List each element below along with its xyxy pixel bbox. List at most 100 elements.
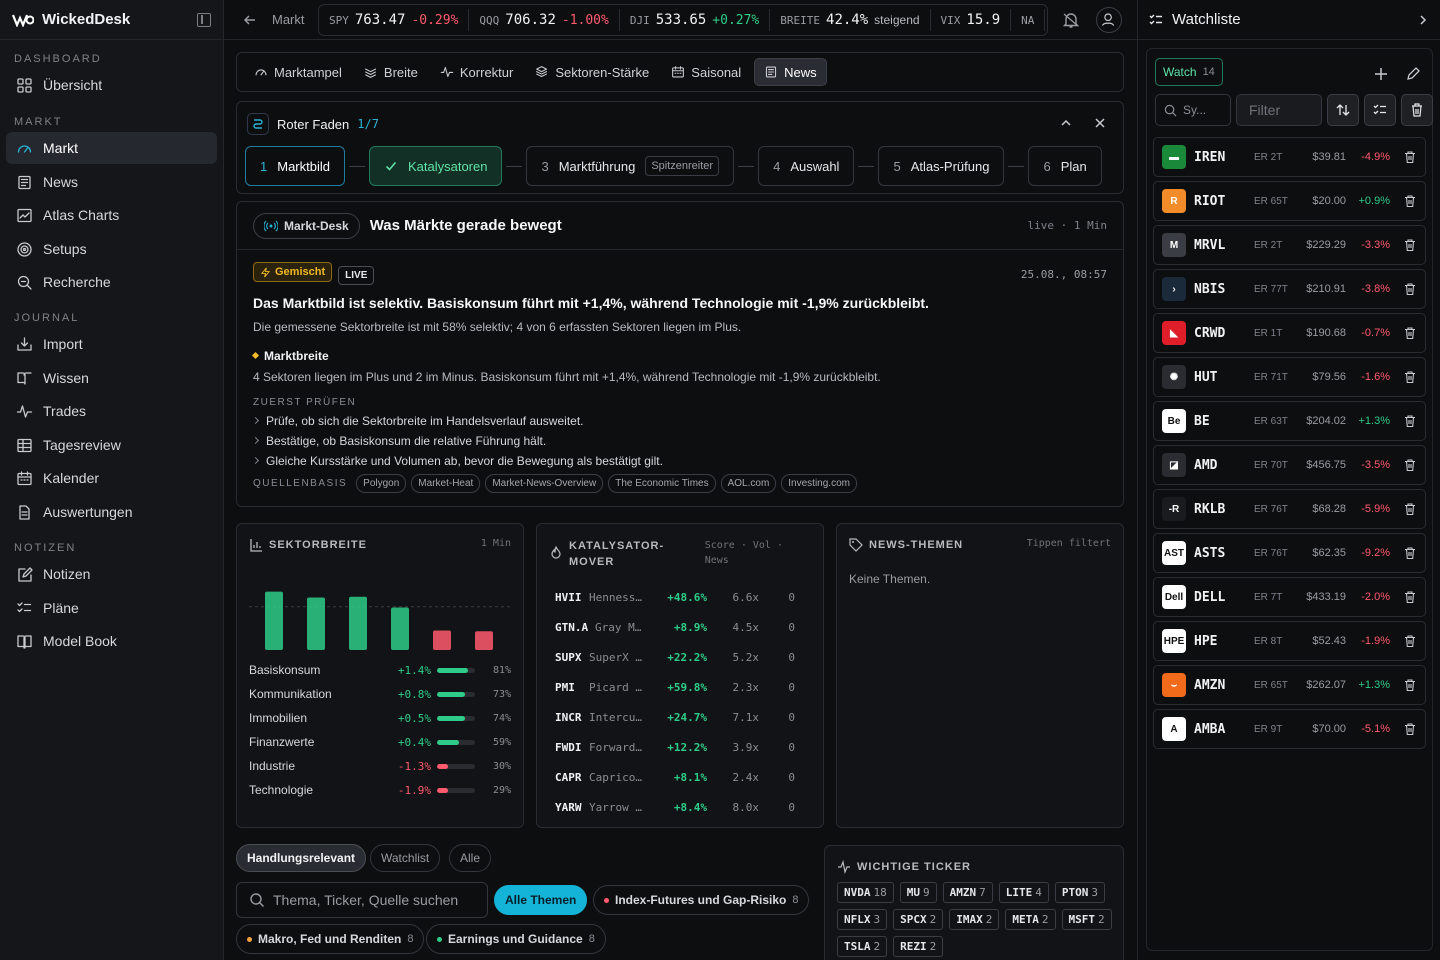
sidebar-item-model-book[interactable]: Model Book — [6, 625, 217, 657]
ticker-dji[interactable]: DJI 533.65 +0.27% — [620, 9, 771, 31]
step-plan[interactable]: 6 Plan — [1028, 146, 1102, 186]
ticker-qqq[interactable]: QQQ 706.32 -1.00% — [469, 9, 620, 31]
watchlist-row[interactable]: ◣ CRWD ER 1T $190.68 -0.7% — [1153, 313, 1426, 353]
sidebar-item-news[interactable]: News — [6, 166, 217, 198]
watchlist-row[interactable]: M MRVL ER 2T $229.29 -3.3% — [1153, 225, 1426, 265]
ticker-spy[interactable]: SPY 763.47 -0.29% — [319, 9, 470, 31]
watchlist-row[interactable]: ⌣ AMZN ER 65T $262.07 +1.3% — [1153, 665, 1426, 705]
tab-breite[interactable]: Breite — [355, 58, 427, 86]
delete-row-button[interactable] — [1403, 590, 1417, 604]
topic-search-input[interactable] — [273, 892, 473, 908]
delete-row-button[interactable] — [1403, 150, 1417, 164]
mover-row[interactable]: YARW Yarrow B... +8.4% 8.0x 0 — [555, 792, 805, 822]
sidebar-item-auswertungen[interactable]: Auswertungen — [6, 496, 217, 528]
important-ticker[interactable]: IMAX 2 — [949, 909, 1000, 930]
segment-handlungsrelevant[interactable]: Handlungsrelevant — [236, 844, 367, 872]
important-ticker[interactable]: META 2 — [1005, 909, 1056, 930]
chevron-up-icon[interactable] — [1059, 116, 1073, 130]
delete-row-button[interactable] — [1403, 458, 1417, 472]
delete-row-button[interactable] — [1403, 282, 1417, 296]
sidebar-item-setups[interactable]: Setups — [6, 233, 217, 265]
important-ticker[interactable]: NVDA 18 — [837, 882, 894, 903]
delete-row-button[interactable] — [1403, 370, 1417, 384]
mover-row[interactable]: CAPR Capricor ... +8.1% 2.4x 0 — [555, 762, 805, 792]
back-arrow-icon[interactable] — [242, 12, 258, 28]
sidebar-item-recherche[interactable]: Recherche — [6, 266, 217, 298]
step-auswahl[interactable]: 4 Auswahl — [758, 146, 855, 186]
delete-row-button[interactable] — [1403, 238, 1417, 252]
step-marktbild[interactable]: 1 Marktbild — [245, 146, 345, 186]
mover-row[interactable]: SUPX SuperX ... +22.2% 5.2x 0 — [555, 642, 805, 672]
sidebar-item-pläne[interactable]: Pläne — [6, 592, 217, 624]
source-chip[interactable]: The Economic Times — [608, 474, 716, 493]
filter-input[interactable]: Filter — [1236, 94, 1322, 126]
watchlist-tab[interactable]: Watch 14 — [1155, 58, 1223, 86]
watchlist-row[interactable]: -R RKLB ER 76T $68.28 -5.9% — [1153, 489, 1426, 529]
mover-row[interactable]: GTN.A Gray M... +8.9% 4.5x 0 — [555, 612, 805, 642]
important-ticker[interactable]: MU 9 — [899, 882, 937, 903]
tab-marktampel[interactable]: Marktampel — [245, 58, 351, 86]
tab-news[interactable]: News — [754, 58, 827, 86]
sidebar-collapse-icon[interactable] — [197, 12, 211, 27]
step-atlas-prüfung[interactable]: 5 Atlas-Prüfung — [878, 146, 1005, 186]
segment-alle[interactable]: Alle — [449, 844, 492, 872]
source-chip[interactable]: Market-News-Overview — [485, 474, 604, 493]
pencil-icon[interactable] — [1405, 66, 1421, 82]
close-icon[interactable] — [1093, 116, 1107, 130]
delete-row-button[interactable] — [1403, 546, 1417, 560]
important-ticker[interactable]: REZI 2 — [893, 936, 944, 957]
sidebar-item-markt[interactable]: Markt — [6, 132, 217, 164]
source-chip[interactable]: Market-Heat — [411, 474, 481, 493]
delete-row-button[interactable] — [1403, 722, 1417, 736]
sidebar-item-wissen[interactable]: Wissen — [6, 362, 217, 394]
watchlist-row[interactable]: AST ASTS ER 76T $62.35 -9.2% — [1153, 533, 1426, 573]
mover-row[interactable]: FWDI Forward I... +12.2% 3.9x 0 — [555, 732, 805, 762]
sidebar-item-notizen[interactable]: Notizen — [6, 558, 217, 590]
mover-row[interactable]: PMI Picard Me... +59.8% 2.3x 0 — [555, 672, 805, 702]
segment-watchlist[interactable]: Watchlist — [370, 844, 441, 872]
tab-korrektur[interactable]: Korrektur — [431, 58, 522, 86]
source-chip[interactable]: Investing.com — [781, 474, 857, 493]
watchlist-row[interactable]: ▬ IREN ER 2T $39.81 -4.9% — [1153, 137, 1426, 177]
select-button[interactable] — [1364, 94, 1396, 126]
delete-all-button[interactable] — [1401, 94, 1433, 126]
mover-row[interactable]: INCR Intercure... +24.7% 7.1x 0 — [555, 702, 805, 732]
ticker-vix[interactable]: VIX 15.9 — [931, 9, 1012, 31]
symbol-input[interactable]: Sy... — [1155, 94, 1231, 126]
sidebar-item-kalender[interactable]: Kalender — [6, 462, 217, 494]
source-chip[interactable]: AOL.com — [720, 474, 777, 493]
all-topics-button[interactable]: Alle Themen — [494, 885, 588, 915]
watchlist-row[interactable]: Be BE ER 63T $204.02 +1.3% — [1153, 401, 1426, 441]
watchlist-row[interactable]: HPE HPE ER 8T $52.43 -1.9% — [1153, 621, 1426, 661]
topic-pill[interactable]: Makro, Fed und Renditen 8 — [236, 924, 425, 954]
sidebar-item-atlas-charts[interactable]: Atlas Charts — [6, 199, 217, 231]
sidebar-item-trades[interactable]: Trades — [6, 395, 217, 427]
delete-row-button[interactable] — [1403, 678, 1417, 692]
mover-row[interactable]: HVII Henness... +48.6% 6.6x 0 — [555, 582, 805, 612]
plus-icon[interactable] — [1373, 66, 1389, 82]
delete-row-button[interactable] — [1403, 414, 1417, 428]
sidebar-item-übersicht[interactable]: Übersicht — [6, 69, 217, 101]
watchlist-row[interactable]: A AMBA ER 9T $70.00 -5.1% — [1153, 709, 1426, 749]
watchlist-row[interactable]: ✺ HUT ER 71T $79.56 -1.6% — [1153, 357, 1426, 397]
delete-row-button[interactable] — [1403, 194, 1417, 208]
ticker-breite[interactable]: BREITE 42.4% steigend — [770, 9, 931, 31]
topic-pill[interactable]: Index-Futures und Gap-Risiko 8 — [593, 885, 810, 915]
delete-row-button[interactable] — [1403, 634, 1417, 648]
sort-button[interactable] — [1327, 94, 1359, 126]
source-chip[interactable]: Polygon — [356, 474, 407, 493]
watchlist-row[interactable]: R RIOT ER 65T $20.00 +0.9% — [1153, 181, 1426, 221]
topic-pill[interactable]: Earnings und Guidance 8 — [426, 924, 606, 954]
important-ticker[interactable]: AMZN 7 — [942, 882, 993, 903]
important-ticker[interactable]: LITE 4 — [998, 882, 1049, 903]
sidebar-item-import[interactable]: Import — [6, 328, 217, 360]
topic-search[interactable] — [236, 882, 488, 918]
step-marktführung[interactable]: 3 Marktführung Spitzenreiter — [526, 146, 735, 186]
important-ticker[interactable]: NFLX 3 — [837, 909, 888, 930]
important-ticker[interactable]: SPCX 2 — [893, 909, 944, 930]
watchlist-row[interactable]: Dell DELL ER 7T $433.19 -2.0% — [1153, 577, 1426, 617]
important-ticker[interactable]: MSFT 2 — [1061, 909, 1112, 930]
chevron-right-icon[interactable] — [1416, 13, 1430, 27]
delete-row-button[interactable] — [1403, 502, 1417, 516]
important-ticker[interactable]: TSLA 2 — [837, 936, 888, 957]
